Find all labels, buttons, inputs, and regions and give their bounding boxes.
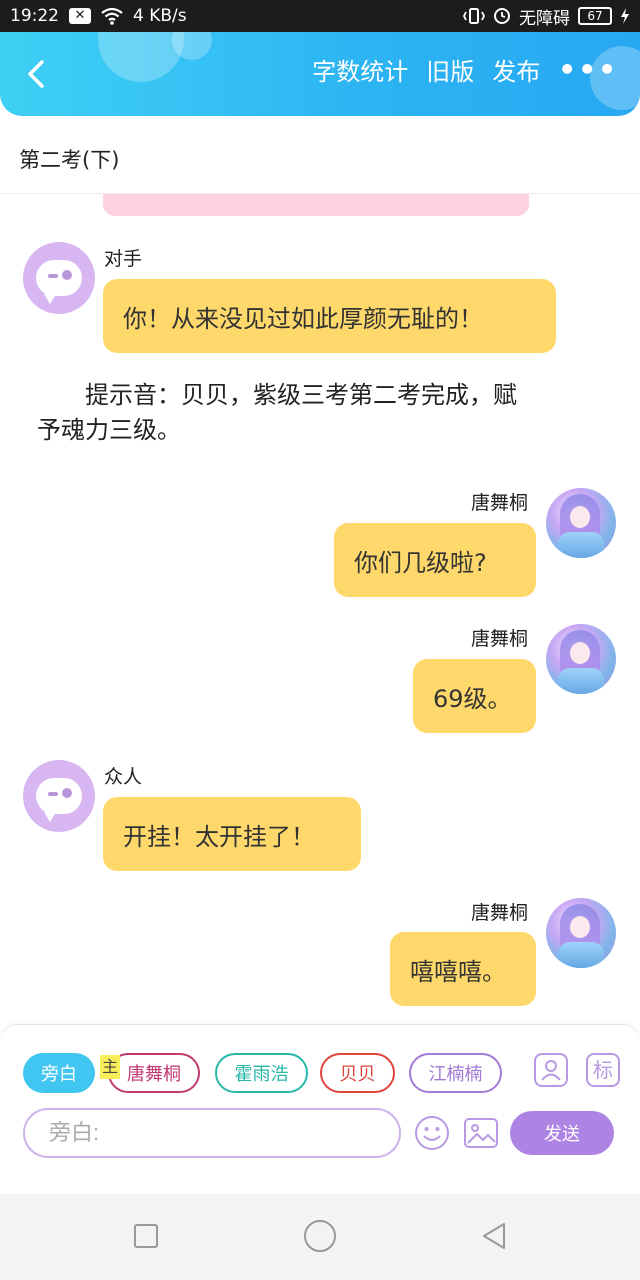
status-time: 19:22 bbox=[10, 6, 59, 26]
publish-button[interactable]: 发布 bbox=[492, 52, 540, 87]
tag-button[interactable]: 标 bbox=[586, 1053, 620, 1087]
back-triangle-icon[interactable] bbox=[478, 1220, 510, 1252]
send-button[interactable]: 发送 bbox=[510, 1111, 614, 1155]
word-count-button[interactable]: 字数统计 bbox=[312, 52, 408, 87]
chat-bubble-icon bbox=[36, 260, 82, 304]
main-character-tag: 主 bbox=[100, 1055, 120, 1079]
chapter-title: 第二考(下) bbox=[0, 116, 640, 194]
avatar[interactable] bbox=[23, 760, 95, 832]
chevron-left-icon bbox=[28, 60, 44, 88]
sender-name: 唐舞桐 bbox=[471, 902, 529, 924]
battery-indicator: 67 bbox=[578, 7, 612, 25]
sender-name: 众人 bbox=[104, 766, 143, 788]
back-button[interactable] bbox=[18, 54, 58, 94]
message-bubble[interactable]: 你们几级啦? bbox=[334, 523, 536, 597]
sender-name: 唐舞桐 bbox=[471, 628, 529, 650]
system-nav-bar bbox=[0, 1194, 640, 1280]
top-header: 字数统计 旧版 发布 ••• bbox=[0, 32, 640, 116]
narration-text[interactable]: 提示音：贝贝，紫级三考第二考完成，赋 予魂力三级。 bbox=[37, 378, 597, 448]
wifi-icon bbox=[101, 7, 123, 25]
avatar[interactable] bbox=[23, 242, 95, 314]
avatar[interactable] bbox=[546, 624, 616, 694]
input-panel: 旁白 唐舞桐 主 霍雨浩 贝贝 江楠楠 标 发送 bbox=[0, 1024, 640, 1158]
message-bubble[interactable]: 69级。 bbox=[413, 659, 536, 733]
narration-line: 予魂力三级。 bbox=[37, 416, 181, 444]
header-actions: 字数统计 旧版 发布 ••• bbox=[312, 52, 618, 87]
app-screen: 19:22 ✕ 4 KB/s 无障碍 67 字数统计 旧版 发布 ••• 第二考… bbox=[0, 0, 640, 1280]
character-chip-narration[interactable]: 旁白 bbox=[23, 1053, 95, 1093]
old-version-button[interactable]: 旧版 bbox=[426, 52, 474, 87]
close-box-icon: ✕ bbox=[69, 8, 91, 24]
avatar[interactable] bbox=[546, 898, 616, 968]
chat-bubble-icon bbox=[36, 778, 82, 822]
recent-apps-icon[interactable] bbox=[134, 1224, 158, 1248]
emoji-icon[interactable] bbox=[414, 1115, 450, 1151]
message-input[interactable] bbox=[23, 1108, 401, 1158]
message-bubble[interactable]: 你！从来没见过如此厚颜无耻的！ bbox=[103, 279, 556, 353]
previous-message-bubble bbox=[103, 194, 529, 216]
message-bubble[interactable]: 开挂！太开挂了！ bbox=[103, 797, 361, 871]
chat-area[interactable]: 对手 你！从来没见过如此厚颜无耻的！ 提示音：贝贝，紫级三考第二考完成，赋 予魂… bbox=[0, 194, 640, 1024]
image-icon[interactable] bbox=[463, 1115, 499, 1151]
home-icon[interactable] bbox=[304, 1220, 336, 1252]
character-chip-huo-yuhao[interactable]: 霍雨浩 bbox=[215, 1053, 308, 1093]
character-chip-jiang-nannan[interactable]: 江楠楠 bbox=[409, 1053, 502, 1093]
network-speed: 4 KB/s bbox=[133, 6, 187, 26]
more-options-icon[interactable]: ••• bbox=[558, 53, 618, 86]
person-icon bbox=[541, 1060, 561, 1081]
narration-line: 提示音：贝贝，紫级三考第二考完成，赋 bbox=[85, 381, 517, 409]
sender-name: 唐舞桐 bbox=[471, 492, 529, 514]
vibrate-icon bbox=[463, 8, 485, 24]
accessibility-label: 无障碍 bbox=[519, 8, 570, 29]
character-manage-button[interactable] bbox=[534, 1053, 568, 1087]
message-bubble[interactable]: 嘻嘻嘻。 bbox=[390, 932, 536, 1006]
alarm-icon bbox=[494, 8, 510, 24]
charging-icon bbox=[621, 8, 629, 24]
character-chip-tang-wutong[interactable]: 唐舞桐 bbox=[108, 1053, 200, 1093]
sender-name: 对手 bbox=[104, 248, 143, 270]
status-bar: 19:22 ✕ 4 KB/s 无障碍 67 bbox=[0, 0, 640, 32]
avatar[interactable] bbox=[546, 488, 616, 558]
character-chip-beibei[interactable]: 贝贝 bbox=[320, 1053, 395, 1093]
